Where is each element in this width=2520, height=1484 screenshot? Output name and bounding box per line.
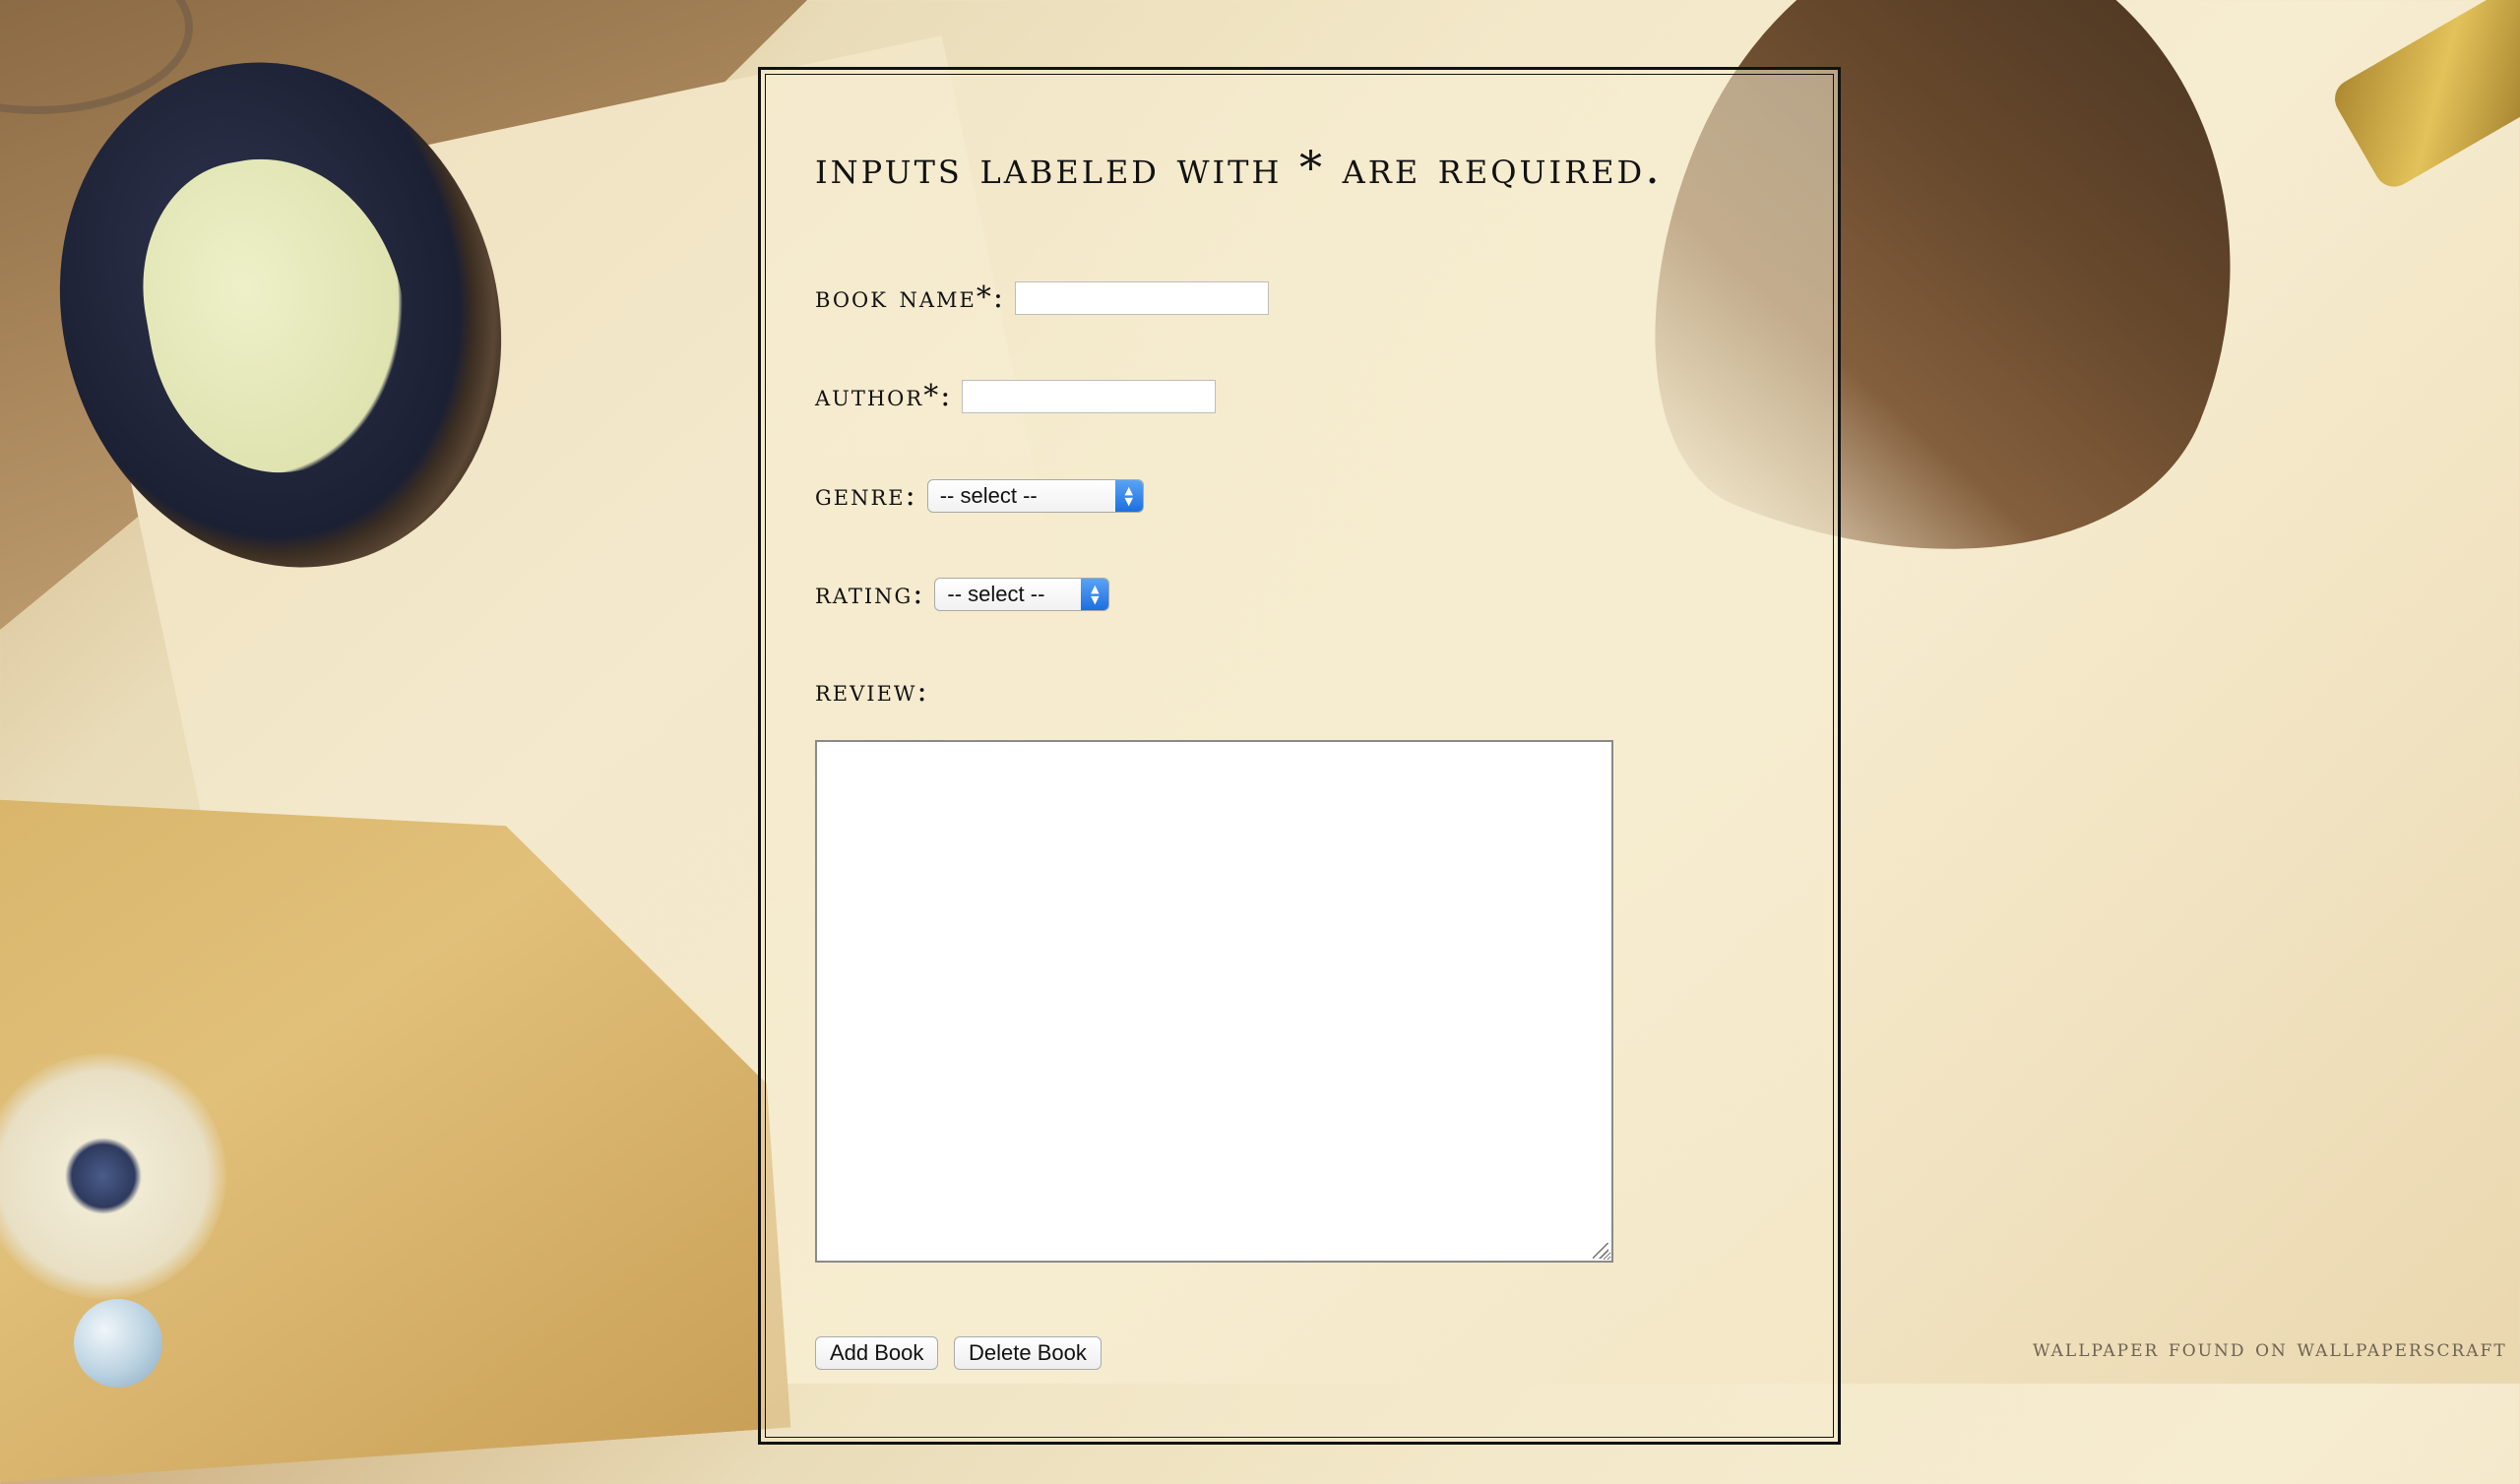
genre-select-value: -- select -- [939,482,1038,508]
book-form-panel: Inputs labeled with * are required. Book… [758,67,1841,1445]
review-row: Review: [815,674,929,709]
author-row: Author*: [815,379,1217,413]
wallpaper-credit: Wallpaper found on WallpapersCraft [2033,1334,2507,1362]
wallpaper-bead [74,1299,162,1388]
book-name-label: Book Name*: [815,280,1005,315]
genre-label: Genre: [815,478,917,513]
rating-select[interactable]: -- select -- ▲ ▼ [934,577,1110,611]
genre-select[interactable]: -- select -- ▲ ▼ [926,478,1144,513]
rating-select-value: -- select -- [947,581,1045,606]
rating-row: Rating: -- select -- ▲ ▼ [815,577,1110,611]
form-heading: Inputs labeled with * are required. [815,141,1663,194]
author-input[interactable] [962,379,1217,413]
wallpaper-key [2327,0,2520,194]
author-label: Author*: [815,379,953,413]
add-book-button[interactable]: Add Book [815,1336,939,1370]
rating-label: Rating: [815,577,925,611]
updown-chevron-icon: ▲ ▼ [1081,578,1109,610]
updown-chevron-icon: ▲ ▼ [1114,479,1143,512]
book-name-row: Book Name*: [815,280,1269,315]
book-name-input[interactable] [1014,280,1269,315]
delete-book-button[interactable]: Delete Book [954,1336,1102,1370]
review-textarea[interactable] [815,740,1613,1263]
review-label: Review: [815,674,929,709]
genre-row: Genre: -- select -- ▲ ▼ [815,478,1144,513]
